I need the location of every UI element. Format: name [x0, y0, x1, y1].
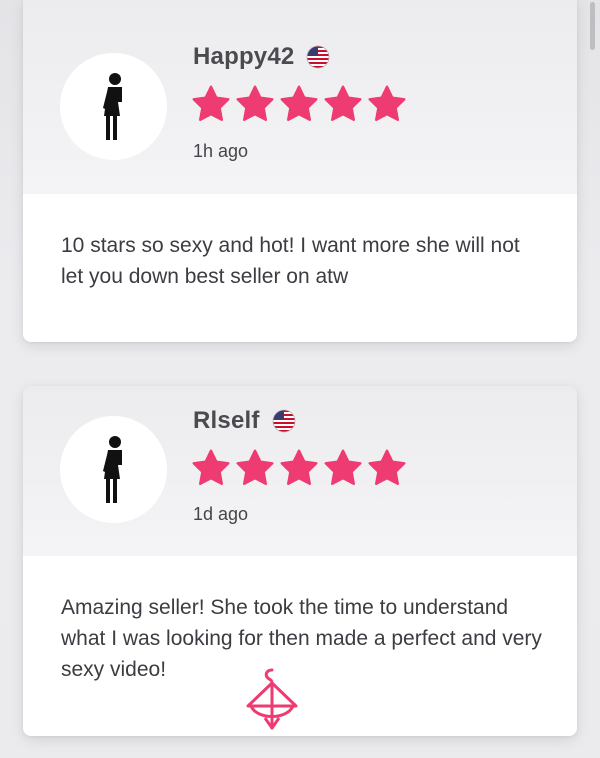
avatar[interactable]	[60, 416, 167, 523]
username-row: Happy42	[193, 43, 330, 71]
female-user-icon	[102, 435, 122, 503]
username-row: Rlself	[193, 407, 296, 435]
us-flag-icon	[272, 409, 295, 433]
review-text: Amazing seller! She took the time to und…	[61, 596, 542, 681]
star-icon	[236, 449, 274, 485]
star-icon	[324, 449, 362, 485]
review-text: 10 stars so sexy and hot! I want more sh…	[61, 234, 520, 288]
review-time: 1h ago	[193, 141, 249, 161]
review-time: 1d ago	[193, 504, 249, 524]
username[interactable]: Happy42	[193, 43, 294, 71]
username[interactable]: Rlself	[193, 407, 260, 435]
star-icon	[192, 85, 230, 122]
avatar[interactable]	[60, 53, 167, 160]
female-user-icon	[102, 72, 122, 140]
star-icon	[280, 449, 318, 485]
star-rating	[191, 448, 407, 488]
review-header: Rlself 1d ago	[23, 386, 577, 556]
scrollbar[interactable]	[590, 2, 595, 50]
star-icon	[280, 85, 318, 122]
review-card: Happy42 1h ago 10 stars so sexy and hot!…	[23, 0, 577, 342]
star-icon	[368, 85, 406, 122]
star-icon	[368, 449, 406, 485]
review-body: 10 stars so sexy and hot! I want more sh…	[23, 194, 577, 342]
us-flag-icon	[307, 45, 330, 69]
star-rating	[191, 84, 407, 124]
hanger-logo-icon	[246, 668, 298, 730]
star-icon	[236, 85, 274, 122]
star-icon	[324, 85, 362, 122]
review-header: Happy42 1h ago	[23, 0, 577, 194]
star-icon	[192, 449, 230, 485]
